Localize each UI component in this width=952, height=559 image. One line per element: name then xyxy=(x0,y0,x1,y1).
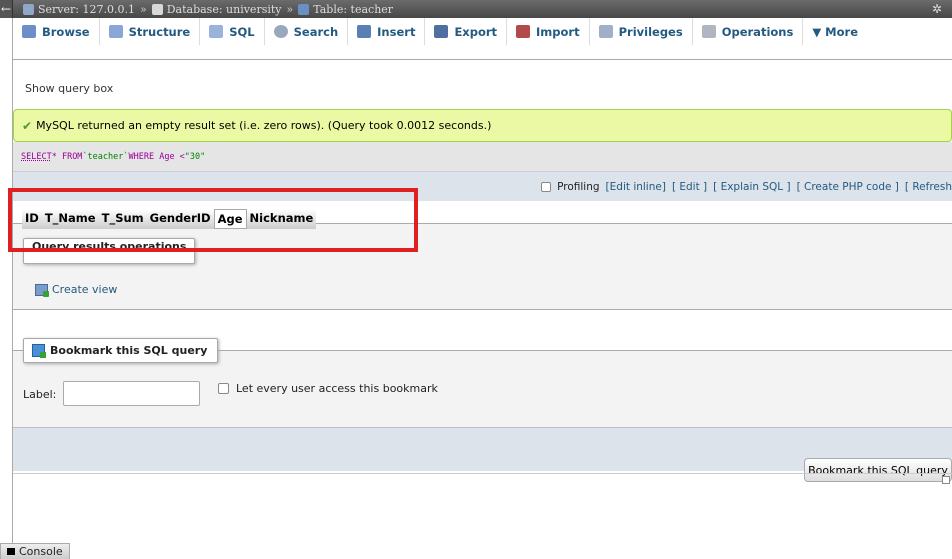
tab-bar: Browse Structure SQL Search Insert Expor… xyxy=(13,18,952,60)
sql-where: WHERE Age < xyxy=(128,151,185,162)
search-icon xyxy=(273,25,288,38)
tab-label: Search xyxy=(293,24,339,39)
gear-icon[interactable]: ✲ xyxy=(932,2,942,16)
bookmark-icon xyxy=(32,344,46,358)
bookmark-public-option[interactable]: Let every user access this bookmark xyxy=(218,382,438,395)
create-view-icon xyxy=(35,283,49,297)
result-column-headers: ID T_Name T_Sum GenderID Age Nickname xyxy=(22,209,317,229)
sql-text: * FROM xyxy=(51,151,83,162)
tab-operations[interactable]: Operations xyxy=(693,18,804,45)
back-arrow-icon[interactable]: ← xyxy=(0,0,13,18)
bookmark-public-label: Let every user access this bookmark xyxy=(236,382,438,395)
breadcrumb-table[interactable]: Table: teacher xyxy=(313,3,393,16)
browse-icon xyxy=(22,25,36,38)
sql-icon xyxy=(209,25,224,38)
create-view-link[interactable]: Create view xyxy=(35,283,118,297)
insert-icon xyxy=(357,25,372,38)
breadcrumb-server[interactable]: Server: 127.0.0.1 xyxy=(38,3,135,16)
structure-icon xyxy=(108,25,123,38)
tab-label: ▼ More xyxy=(812,24,858,39)
edit-inline-link[interactable]: [Edit inline] xyxy=(606,181,666,193)
column-header[interactable]: Age xyxy=(213,209,247,229)
tab-label: Privileges xyxy=(618,24,683,39)
tab-label: Structure xyxy=(128,24,191,39)
show-query-box-link[interactable]: Show query box xyxy=(25,82,113,95)
column-header[interactable]: T_Name xyxy=(41,209,99,229)
bookmark-label-caption: Label: xyxy=(23,388,57,401)
create-php-code-link[interactable]: [ Create PHP code ] xyxy=(797,181,899,193)
operations-icon xyxy=(701,25,716,38)
profiling-checkbox[interactable] xyxy=(541,181,552,192)
server-icon xyxy=(23,3,34,15)
bookmark-submit-button[interactable]: Bookmark this SQL query xyxy=(804,458,952,482)
tab-search[interactable]: Search xyxy=(265,18,349,45)
breadcrumb-bar: ← Server: 127.0.0.1 » Database: universi… xyxy=(0,0,952,18)
table-icon xyxy=(298,3,310,15)
success-text: MySQL returned an empty result set (i.e.… xyxy=(36,119,492,132)
refresh-link[interactable]: [ Refresh xyxy=(905,181,952,193)
sql-keyword[interactable]: SELECT xyxy=(21,152,52,162)
tab-privileges[interactable]: Privileges xyxy=(590,18,693,45)
breadcrumb-separator: » xyxy=(139,2,147,16)
console-label: Console xyxy=(19,545,63,558)
column-header[interactable]: GenderID xyxy=(146,209,214,229)
query-operations-bar: Profiling [Edit inline] [ Edit ] [ Expla… xyxy=(13,171,952,201)
tab-more[interactable]: ▼ More xyxy=(803,18,867,45)
column-header[interactable]: ID xyxy=(22,209,42,229)
create-view-label: Create view xyxy=(52,283,118,296)
explain-sql-link[interactable]: [ Explain SQL ] xyxy=(713,181,790,193)
bookmark-legend: Bookmark this SQL query xyxy=(23,338,219,363)
export-icon xyxy=(434,25,449,38)
query-results-operations-legend: Query results operations xyxy=(23,238,196,264)
column-header[interactable]: Nickname xyxy=(246,209,317,229)
tab-label: Import xyxy=(536,24,580,39)
page-edge-icon[interactable] xyxy=(942,476,950,484)
tab-label: Export xyxy=(454,24,498,39)
breadcrumb-separator: » xyxy=(286,2,294,16)
tab-label: Browse xyxy=(42,24,90,39)
checkmark-icon: ✔ xyxy=(22,118,33,133)
database-icon xyxy=(151,3,163,15)
tab-sql[interactable]: SQL xyxy=(200,18,265,45)
breadcrumb-database[interactable]: Database: university xyxy=(167,3,282,16)
console-icon xyxy=(7,548,15,555)
import-icon xyxy=(516,25,531,38)
sql-value: "30" xyxy=(184,151,206,162)
left-navigation-edge xyxy=(0,0,13,559)
tab-export[interactable]: Export xyxy=(425,18,508,45)
bookmark-legend-text: Bookmark this SQL query xyxy=(50,344,208,357)
success-message: ✔ MySQL returned an empty result set (i.… xyxy=(13,109,952,142)
tab-structure[interactable]: Structure xyxy=(100,18,201,45)
query-results-operations-panel xyxy=(13,223,952,310)
breadcrumb: Server: 127.0.0.1 » Database: university… xyxy=(23,3,393,16)
sql-table: `teacher` xyxy=(82,151,129,162)
tab-insert[interactable]: Insert xyxy=(348,18,426,45)
divider xyxy=(13,473,952,474)
profiling-label: Profiling xyxy=(557,180,600,193)
tab-browse[interactable]: Browse xyxy=(13,18,100,45)
tab-label: Operations xyxy=(721,24,794,39)
tab-label: Insert xyxy=(377,24,416,39)
bookmark-label-input[interactable] xyxy=(63,381,200,406)
column-header[interactable]: T_Sum xyxy=(98,209,147,229)
edit-link[interactable]: [ Edit ] xyxy=(672,181,707,193)
tab-import[interactable]: Import xyxy=(507,18,590,45)
bookmark-public-checkbox[interactable] xyxy=(218,383,229,394)
sql-query-display: SELECT * FROM `teacher` WHERE Age < "30" xyxy=(13,142,952,171)
tab-label: SQL xyxy=(229,24,255,39)
console-toggle[interactable]: Console xyxy=(0,543,70,559)
privileges-icon xyxy=(598,25,613,38)
